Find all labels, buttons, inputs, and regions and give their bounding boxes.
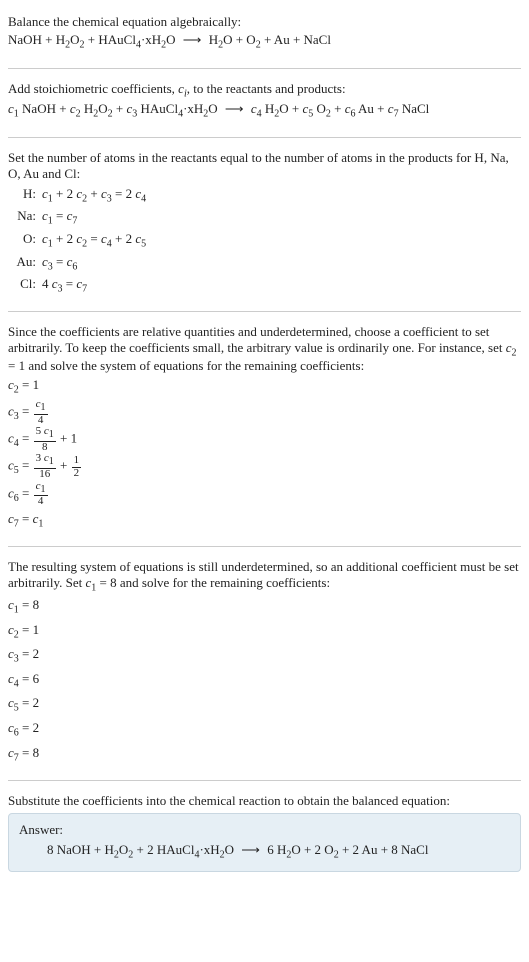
atom-eq: 4 c3 = c7 bbox=[42, 274, 87, 297]
coef-c6: c6 = c14 bbox=[8, 481, 521, 508]
plus: + bbox=[57, 458, 71, 473]
frac-den: 4 bbox=[34, 496, 48, 508]
coef-c7: c7 = c1 bbox=[8, 508, 521, 533]
coef-c3: c3 = c14 bbox=[8, 399, 521, 426]
intro-section: Balance the chemical equation algebraica… bbox=[8, 6, 521, 64]
divider bbox=[8, 68, 521, 69]
underdet2-section: The resulting system of equations is sti… bbox=[8, 551, 521, 776]
arrow-icon: ⟶ bbox=[221, 101, 248, 116]
atom-balance-section: Set the number of atoms in the reactants… bbox=[8, 142, 521, 307]
atom-row-na: Na: c1 = c7 bbox=[8, 206, 521, 229]
answer-label: Answer: bbox=[19, 822, 510, 838]
coef-c6: c6 = 2 bbox=[8, 717, 521, 742]
coef-c2: c2 = 1 bbox=[8, 619, 521, 644]
coef-c4: c4 = 5 c18 + 1 bbox=[8, 426, 521, 453]
intro-equation: NaOH + H2O2 + HAuCl4·xH2O ⟶ H2O + O2 + A… bbox=[8, 30, 521, 54]
document-content: Balance the chemical equation algebraica… bbox=[0, 0, 529, 892]
coef-c7: c7 = 8 bbox=[8, 742, 521, 767]
atom-eq: c1 + 2 c2 + c3 = 2 c4 bbox=[42, 184, 146, 207]
atom-row-o: O: c1 + 2 c2 = c4 + 2 c5 bbox=[8, 229, 521, 252]
stoich-prompt-a: Add stoichiometric coefficients, bbox=[8, 81, 178, 96]
atom-eq: c3 = c6 bbox=[42, 252, 77, 275]
arrow-icon: ⟶ bbox=[237, 842, 264, 857]
atom-label: Na: bbox=[8, 206, 42, 226]
stoich-equation: c1 NaOH + c2 H2O2 + c3 HAuCl4·xH2O ⟶ c4 … bbox=[8, 99, 521, 123]
underdet2-text: The resulting system of equations is sti… bbox=[8, 559, 521, 594]
coef-c5: c5 = 3 c116 + 12 bbox=[8, 453, 521, 480]
atom-eq: c1 + 2 c2 = c4 + 2 c5 bbox=[42, 229, 146, 252]
stoich-prompt: Add stoichiometric coefficients, ci, to … bbox=[8, 81, 521, 100]
coef-c3: c3 = 2 bbox=[8, 643, 521, 668]
frac-num: 1 bbox=[72, 455, 82, 468]
answer-lhs: 8 NaOH + H2O2 + 2 HAuCl4·xH2O bbox=[47, 842, 234, 857]
divider bbox=[8, 780, 521, 781]
arrow-icon: ⟶ bbox=[179, 32, 206, 47]
ci-symbol: ci bbox=[178, 81, 187, 96]
atom-balance-prompt: Set the number of atoms in the reactants… bbox=[8, 150, 521, 182]
coef-c2: c2 = 1 bbox=[8, 374, 521, 399]
underdet1-text: Since the coefficients are relative quan… bbox=[8, 324, 521, 375]
underdet1-section: Since the coefficients are relative quan… bbox=[8, 316, 521, 543]
stoich-prompt-b: , to the reactants and products: bbox=[187, 81, 346, 96]
answer-rhs: 6 H2O + 2 O2 + 2 Au + 8 NaCl bbox=[267, 842, 428, 857]
answer-box: Answer: 8 NaOH + H2O2 + 2 HAuCl4·xH2O ⟶ … bbox=[8, 813, 521, 872]
divider bbox=[8, 546, 521, 547]
final-section: Substitute the coefficients into the che… bbox=[8, 785, 521, 882]
coef-c4: c4 = 6 bbox=[8, 668, 521, 693]
coef-c1: c1 = 8 bbox=[8, 594, 521, 619]
stoich-lhs: c1 NaOH + c2 H2O2 + c3 HAuCl4·xH2O bbox=[8, 101, 218, 116]
frac-den: 2 bbox=[72, 468, 82, 480]
atom-row-cl: Cl: 4 c3 = c7 bbox=[8, 274, 521, 297]
tail: + 1 bbox=[57, 431, 77, 446]
stoich-rhs: c4 H2O + c5 O2 + c6 Au + c7 NaCl bbox=[251, 101, 429, 116]
atom-label: H: bbox=[8, 184, 42, 204]
answer-equation: 8 NaOH + H2O2 + 2 HAuCl4·xH2O ⟶ 6 H2O + … bbox=[19, 842, 510, 861]
atom-label: Cl: bbox=[8, 274, 42, 294]
divider bbox=[8, 311, 521, 312]
stoich-section: Add stoichiometric coefficients, ci, to … bbox=[8, 73, 521, 133]
intro-lhs: NaOH + H2O2 + HAuCl4·xH2O bbox=[8, 32, 176, 47]
atom-row-au: Au: c3 = c6 bbox=[8, 252, 521, 275]
atom-label: Au: bbox=[8, 252, 42, 272]
coef-c5: c5 = 2 bbox=[8, 692, 521, 717]
atom-row-h: H: c1 + 2 c2 + c3 = 2 c4 bbox=[8, 184, 521, 207]
final-prompt: Substitute the coefficients into the che… bbox=[8, 793, 521, 809]
intro-rhs: H2O + O2 + Au + NaCl bbox=[209, 32, 331, 47]
atom-eq: c1 = c7 bbox=[42, 206, 77, 229]
divider bbox=[8, 137, 521, 138]
atom-balance-table: H: c1 + 2 c2 + c3 = 2 c4 Na: c1 = c7 O: … bbox=[8, 184, 521, 297]
atom-label: O: bbox=[8, 229, 42, 249]
intro-prompt: Balance the chemical equation algebraica… bbox=[8, 14, 521, 30]
